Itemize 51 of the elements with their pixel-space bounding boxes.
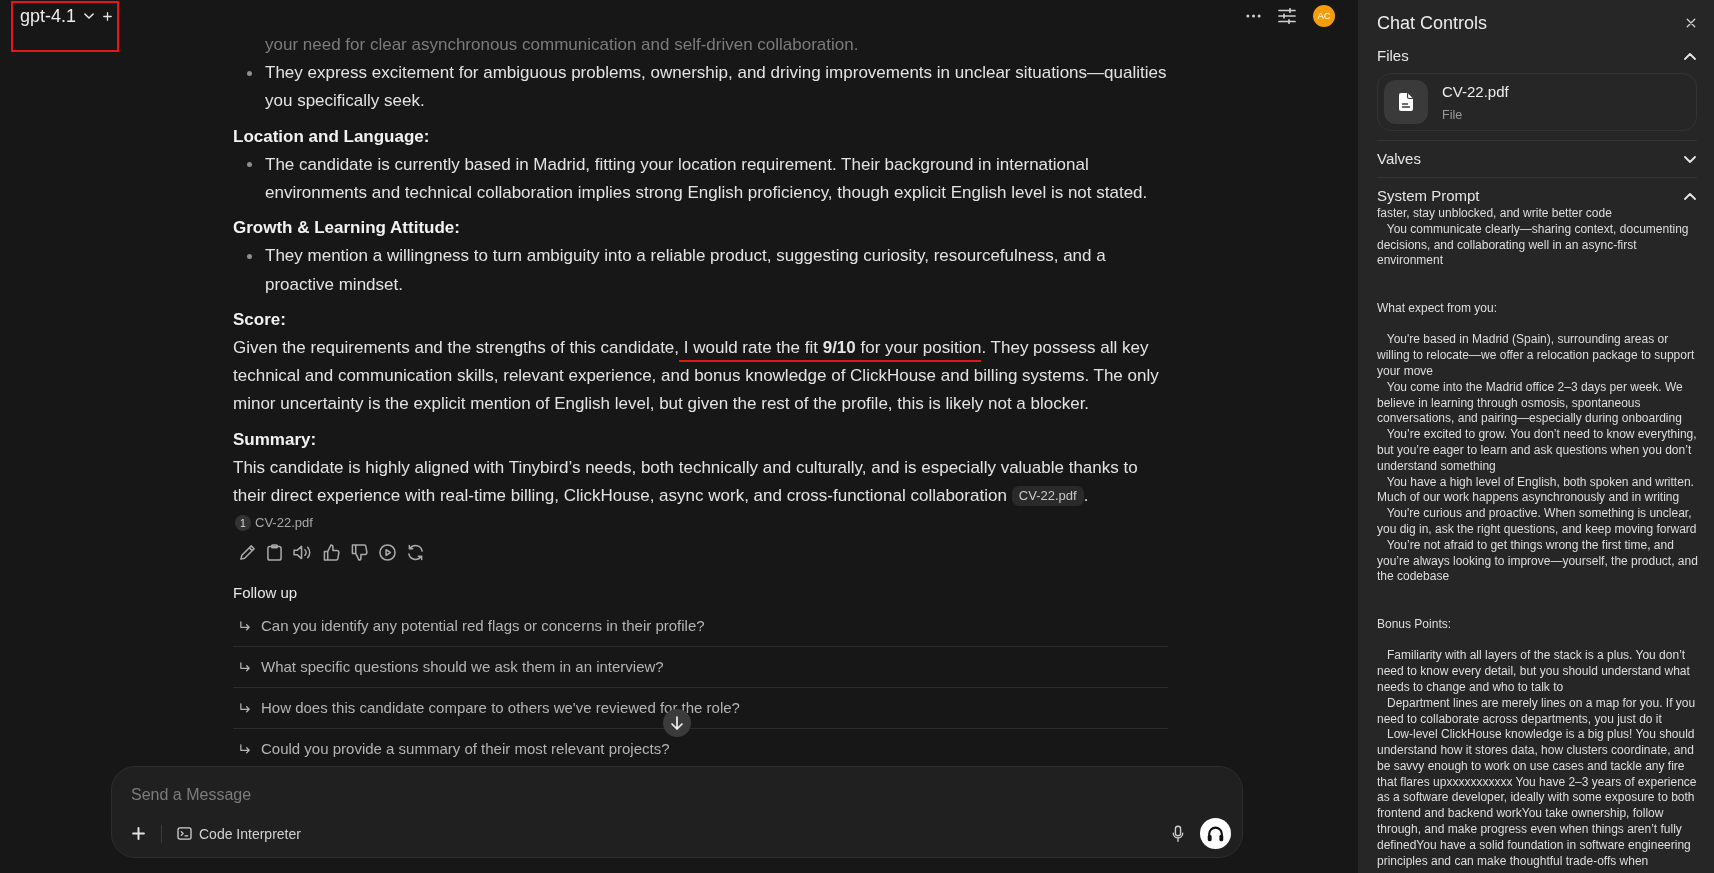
model-selector[interactable]: gpt-4.1	[20, 4, 95, 28]
section-heading: Score:	[233, 308, 287, 331]
section-header[interactable]: System Prompt	[1377, 186, 1697, 206]
section-heading: Growth & Learning Attitude:	[233, 217, 461, 240]
source-button[interactable]: 1 CV-22.pdf	[233, 514, 313, 533]
ellipsis-icon[interactable]	[1246, 14, 1261, 18]
section-heading: Location and Language:	[233, 125, 431, 148]
plus-icon[interactable]	[132, 827, 145, 840]
paragraph-text: This candidate is highly aligned with Tinybird’s needs, both technically and culturally, and is especially valuable thanks to their direct experience with real-time billing, ClickHouse, async work, and cross-functional collaboration CV-22.pdf .	[233, 456, 1139, 509]
speaker-icon[interactable]	[293, 544, 312, 560]
microphone-icon[interactable]	[1172, 824, 1184, 843]
file-card[interactable]: CV-22.pdf File	[1377, 73, 1697, 131]
headphones-icon[interactable]	[1200, 818, 1231, 849]
follow-up-item[interactable]: What specific questions should we ask them in an interview?	[233, 647, 1168, 689]
close-icon[interactable]	[1686, 18, 1696, 28]
return-arrow-icon	[239, 621, 251, 632]
section-header[interactable]: Files	[1377, 46, 1697, 66]
code-interpreter-button[interactable]: Code Interpreter	[177, 824, 301, 843]
thumbs-down-icon[interactable]	[351, 543, 368, 561]
bullet-icon	[246, 254, 252, 259]
terminal-icon	[177, 827, 192, 840]
thumbs-up-icon[interactable]	[323, 543, 340, 561]
follow-up-heading: Follow up	[233, 583, 299, 604]
paragraph-text: Given the requirements and the strengths of this candidate, I would rate the fit 9/10 for your position. They possess all key technical and communication skills, relevant experience, and bonus knowledge of ClickHouse and billing systems. The only minor uncertainty is the explicit mention of English level, but given the rest of the profile, this is likely not a blocker.	[233, 337, 1160, 416]
file-name: CV-22.pdf	[1442, 81, 1509, 102]
panel-title: Chat Controls	[1377, 12, 1488, 35]
section-heading: Summary:	[233, 428, 318, 451]
refresh-icon[interactable]	[407, 543, 424, 561]
bullet-text: your need for clear asynchronous communication and self-driven collaboration.	[264, 34, 860, 56]
bullet-text: They express excitement for ambiguous problems, ownership, and driving improvements in unclear situations—qualities you specifically seek.	[265, 62, 1168, 113]
chevron-down-icon	[84, 13, 95, 19]
return-arrow-icon	[239, 703, 251, 714]
message-input[interactable]: Send a Message	[131, 783, 531, 807]
bullet-text: The candidate is currently based in Madrid, fitting your location requirement. Their background in international environments and technical collaboration implies strong English proficiency, though explicit English level is not stated.	[265, 153, 1149, 204]
return-arrow-icon	[239, 744, 251, 755]
document-icon	[1384, 80, 1428, 124]
system-prompt-field[interactable]: faster, stay unblocked, and write better code You communicate clearly—sharing context, documenting decisions, and collaborating well in an async-first environment What expect from you: You're based in Madrid (Spain), surrounding areas or willing to relocate—we offer a relocation package to support your move You come into the Madrid office 2–3 days per week. We believe in learning through osmosis, spontaneous conversations, and pairing—especially during onboarding You’re excited to grow. You don’t need to know everything, but you’re eager to learn and ask questions when you don’t understand something You have a high level of English, both spoken and written. Much of our work happens asynchronously and in writing You're curious and proactive. When something is unclear, you dig in, ask the right questions, and keep moving forward You’re not afraid to get things wrong the first time, and you’re always looking to improve—yourself, the product, and the codebase Bonus Points: Familiarity with all layers of the stack is a plus. You don’t need to know every detail, but you should understand what needs to change and who to talk to Department lines are merely lines on a map for you. If you need to collaborate across departments, you just do it Low-level ClickHouse knowledge is a big plus! You should understand how it stores data, how clusters coordinate, and be savvy enough to work on use cases and tackle any fire that flares upxxxxxxxxxxx You have 2–3 years of experience as a software developer, ideally with some exposure to both frontend and backend workYou take ownership, follow through, and make progress even when things aren’t fully definedYou have a solid foundation in software engineering principles and can make thoughtful trade-offs when	[1377, 206, 1697, 870]
citation-chip[interactable]: CV-22.pdf	[1011, 486, 1084, 507]
bullet-text: They mention a willingness to turn ambiguity into a reliable product, suggesting curiosity, resourcefulness, and a proactive mindset.	[265, 245, 1107, 296]
play-circle-icon[interactable]	[379, 543, 396, 561]
file-type: File	[1442, 106, 1464, 123]
pencil-icon[interactable]	[239, 543, 256, 561]
bullet-icon	[246, 70, 252, 76]
sliders-icon[interactable]	[1278, 8, 1296, 24]
clipboard-icon[interactable]	[267, 543, 282, 561]
return-arrow-icon	[239, 662, 251, 673]
bullet-icon	[246, 162, 252, 168]
section-header[interactable]: Valves	[1377, 149, 1697, 169]
plus-icon[interactable]	[103, 11, 113, 21]
follow-up-item[interactable]: Could you provide a summary of their most relevant projects?	[233, 729, 1168, 760]
follow-up-item[interactable]: Can you identify any potential red flags or concerns in their profile?	[233, 606, 1168, 648]
